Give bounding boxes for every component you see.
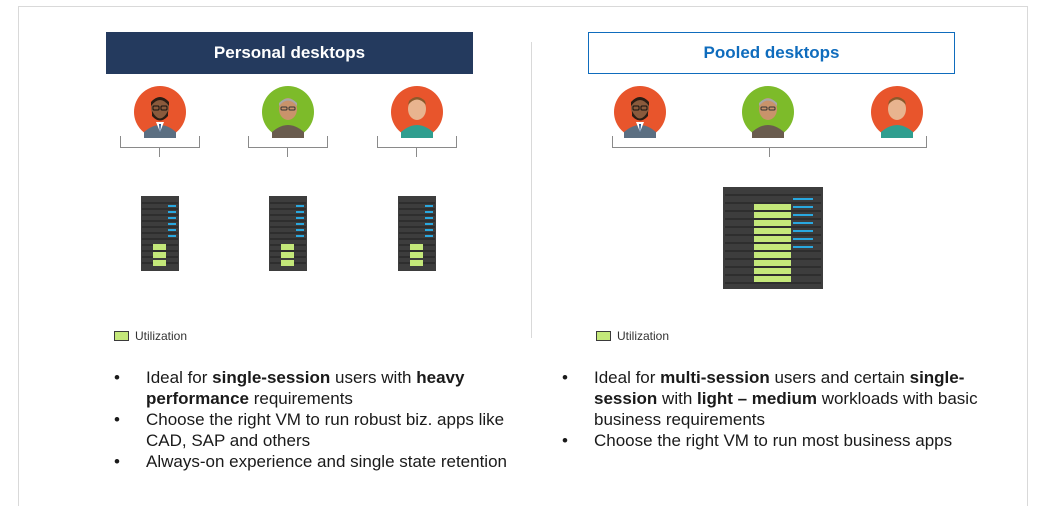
bullet-dot: • [562, 368, 568, 387]
bullet-item: • Always-on experience and single state r… [114, 451, 519, 472]
connector-stem [416, 148, 417, 157]
bullet-dot: • [114, 452, 120, 471]
bullet-item: • Ideal for single-session users with hea… [114, 367, 519, 409]
connector-stem [769, 148, 770, 157]
connector-bracket [377, 136, 457, 148]
bullet-text: users with [330, 368, 417, 387]
bullet-emphasis: multi-session [660, 368, 770, 387]
server-rack-icon [398, 196, 436, 271]
bullet-item: • Ideal for multi-session users and certa… [562, 367, 1022, 430]
connector-stem [159, 148, 160, 157]
bullet-text: users and certain [769, 368, 910, 387]
bullet-item: • Choose the right VM to run most busines… [562, 430, 1022, 451]
bullet-text: Always-on experience and single state re… [146, 452, 507, 471]
bullet-emphasis: single-session [212, 368, 331, 387]
pooled-desktops-bullets: • Ideal for multi-session users and certa… [562, 367, 1022, 451]
connector-bracket-pooled [612, 136, 927, 148]
personal-desktops-bullets: • Ideal for single-session users with hea… [114, 367, 519, 472]
personal-desktops-title: Personal desktops [213, 43, 366, 62]
bullet-text: Choose the right VM to run most business… [594, 431, 953, 450]
personal-desktops-header: Personal desktops [106, 32, 473, 74]
bullet-text: Choose the right VM to run robust biz. a… [146, 410, 505, 450]
pooled-desktops-header: Pooled desktops [588, 32, 955, 74]
bullet-emphasis: light – medium [697, 389, 817, 408]
user-avatar-icon [262, 86, 314, 138]
server-rack-icon [269, 196, 307, 271]
user-avatar-icon [134, 86, 186, 138]
utilization-swatch [114, 331, 129, 341]
bullet-text: requirements [248, 389, 353, 408]
bullet-text: with [657, 389, 697, 408]
utilization-legend-label: Utilization [617, 329, 670, 343]
user-avatar-icon [391, 86, 443, 138]
column-divider [531, 42, 532, 338]
connector-stem [287, 148, 288, 157]
user-avatar-icon [871, 86, 923, 138]
bullet-item: • Choose the right VM to run robust biz. … [114, 409, 519, 451]
bullet-dot: • [562, 431, 568, 450]
pooled-desktops-title: Pooled desktops [703, 43, 840, 62]
bullet-text: Ideal for [594, 368, 661, 387]
bullet-text: Ideal for [146, 368, 213, 387]
utilization-legend: Utilization [114, 329, 187, 343]
utilization-swatch [596, 331, 611, 341]
bullet-dot: • [114, 368, 120, 387]
bullet-dot: • [114, 410, 120, 429]
utilization-legend: Utilization [596, 329, 669, 343]
server-rack-large-icon [723, 187, 823, 289]
user-avatar-icon [742, 86, 794, 138]
server-rack-icon [141, 196, 179, 271]
connector-bracket [120, 136, 200, 148]
utilization-legend-label: Utilization [135, 329, 188, 343]
connector-bracket [248, 136, 328, 148]
user-avatar-icon [614, 86, 666, 138]
